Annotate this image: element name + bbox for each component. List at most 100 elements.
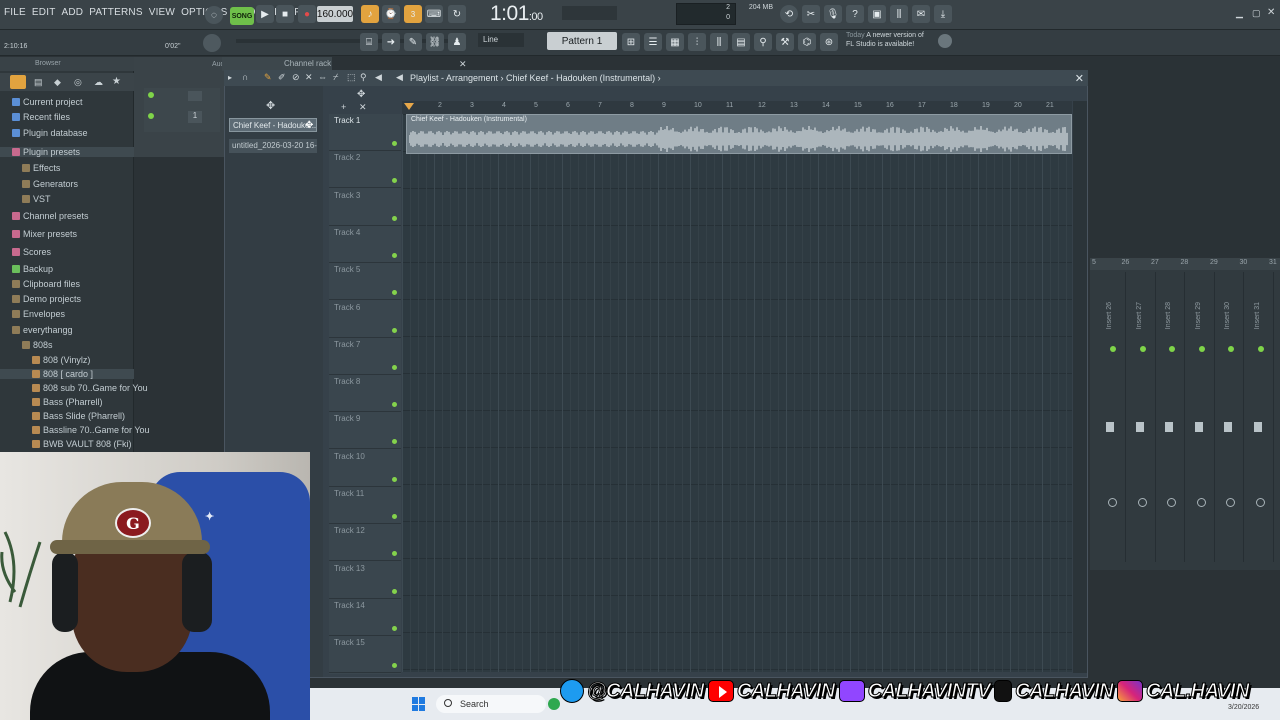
mixer-strip[interactable]: Insert 28 xyxy=(1159,272,1185,562)
track-mute-led[interactable] xyxy=(392,551,397,557)
news-panel[interactable]: Today A newer version of FL Studio is ava… xyxy=(846,31,924,49)
playlist-arrow-icon[interactable]: ◀ xyxy=(396,72,403,83)
taskbar-search-input[interactable]: Search xyxy=(436,695,546,713)
new-pattern-icon[interactable]: ⊞ xyxy=(622,33,640,51)
magnet-icon[interactable]: ∩ xyxy=(242,72,248,82)
playback-tool-icon[interactable]: ◀ xyxy=(375,72,382,83)
mixer-enable-led[interactable] xyxy=(1169,346,1175,352)
browser-star-icon[interactable]: ★ xyxy=(112,76,121,87)
mixer-strip[interactable]: Insert 31 xyxy=(1248,272,1274,562)
track-header[interactable]: Track 15 xyxy=(329,636,401,674)
mixer-pan-knob[interactable] xyxy=(1226,498,1235,507)
browser-icon[interactable]: ▤ xyxy=(732,33,750,51)
piano-roll-icon[interactable]: ▦ xyxy=(666,33,684,51)
picker-add-icon[interactable]: ✥ xyxy=(266,99,275,112)
mixer-enable-led[interactable] xyxy=(1110,346,1116,352)
draw-tool-icon[interactable]: ✎ xyxy=(264,72,272,83)
download-icon[interactable]: ⤓ xyxy=(934,5,952,23)
browser-all-icon[interactable] xyxy=(10,75,26,89)
tempo-tapper-icon[interactable]: ⚒ xyxy=(776,33,794,51)
mixer-volume-fader[interactable] xyxy=(1135,422,1144,432)
mixer-strip[interactable]: Insert 29 xyxy=(1189,272,1215,562)
mixer-icon[interactable]: ⫼ xyxy=(890,5,908,23)
windows-start-icon[interactable] xyxy=(412,697,426,711)
channel-rack-close-icon[interactable]: ✕ xyxy=(459,59,467,70)
mixer-enable-led[interactable] xyxy=(1228,346,1234,352)
browser-item[interactable]: Mixer presets xyxy=(0,229,77,239)
zoom-tool-icon[interactable]: ⚲ xyxy=(360,72,367,83)
select-tool-icon[interactable]: ⬚ xyxy=(347,72,356,83)
mixer-view-icon[interactable]: ⫼ xyxy=(710,33,728,51)
menu-patterns[interactable]: PATTERNS xyxy=(89,7,142,18)
browser-plugin-icon[interactable]: ◆ xyxy=(54,77,61,88)
mixer-pan-knob[interactable] xyxy=(1137,498,1147,507)
browser-item[interactable]: Channel presets xyxy=(0,211,89,221)
mixer-strip[interactable]: Insert 30 xyxy=(1218,272,1244,562)
window-close-icon[interactable]: ✕ xyxy=(1267,7,1275,18)
browser-item[interactable]: Generators xyxy=(0,179,78,189)
browser-cloud-icon[interactable]: ☁ xyxy=(94,77,103,88)
menu-file[interactable]: FILE xyxy=(4,7,26,18)
mixer-enable-led[interactable] xyxy=(1139,346,1146,352)
mixer-volume-fader[interactable] xyxy=(1194,422,1203,432)
track-mute-led[interactable] xyxy=(392,215,397,221)
picker-clip-audio[interactable]: Chief Keef - Hadouke... xyxy=(229,118,317,132)
loop-record-icon[interactable]: ↻ xyxy=(448,5,466,23)
playlist-icon[interactable]: ☰ xyxy=(644,33,662,51)
main-pitch-knob[interactable] xyxy=(203,34,221,52)
browser-item[interactable]: Plugin database xyxy=(0,128,88,138)
tempo-display[interactable]: 160.000 xyxy=(317,6,353,22)
arrow-icon[interactable]: ➜ xyxy=(382,33,400,51)
menu-add[interactable]: ADD xyxy=(62,7,84,18)
playlist-menu-icon[interactable]: ▸ xyxy=(228,73,232,82)
track-header[interactable]: Track 4 xyxy=(329,226,401,263)
track-header[interactable]: Track 14 xyxy=(329,599,401,636)
browser-item[interactable]: Clipboard files xyxy=(0,279,80,289)
step-edit-icon[interactable]: ⌨ xyxy=(425,5,443,23)
browser-item[interactable]: 808 [ cardo ] xyxy=(0,369,134,379)
browser-item[interactable]: Envelopes xyxy=(0,309,65,319)
track-mute-led[interactable] xyxy=(392,290,397,296)
refresh-icon[interactable]: ◌ xyxy=(205,6,223,24)
menu-view[interactable]: VIEW xyxy=(149,7,175,18)
collapse-tracks-icon[interactable]: ✕ xyxy=(359,102,367,113)
chat-icon[interactable]: ✉ xyxy=(912,5,930,23)
mixer-strip[interactable]: Insert 27 xyxy=(1130,272,1156,562)
track-mute-led[interactable] xyxy=(392,625,397,631)
edge-icon[interactable] xyxy=(548,698,560,710)
paint-tool-icon[interactable]: ✐ xyxy=(278,72,286,83)
track-mute-led[interactable] xyxy=(392,588,397,594)
browser-item[interactable]: Effects xyxy=(0,163,60,173)
track-header[interactable]: Track 9 xyxy=(329,412,401,450)
mixer-volume-fader[interactable] xyxy=(1165,422,1173,432)
mixer-pan-knob[interactable] xyxy=(1196,498,1206,507)
browser-item[interactable]: 808 sub 70..Game for You xyxy=(0,383,148,393)
track-header[interactable]: Track 2 xyxy=(329,151,401,189)
mixer-pan-knob[interactable] xyxy=(1108,498,1117,507)
link-icon[interactable]: ⛓ xyxy=(426,33,444,51)
menu-edit[interactable]: EDIT xyxy=(32,7,56,18)
mixer-pan-knob[interactable] xyxy=(1255,498,1265,507)
track-mute-led[interactable] xyxy=(392,514,397,519)
pattern-selector[interactable]: Pattern 1 xyxy=(547,32,617,50)
play-button[interactable]: ▶ xyxy=(256,5,274,23)
wait-icon[interactable]: ⌚ xyxy=(382,5,400,23)
piano-icon[interactable]: ⌸ xyxy=(360,33,378,51)
mixer-pan-knob[interactable] xyxy=(1167,498,1176,507)
slice-tool-icon[interactable]: ⌿ xyxy=(333,72,338,83)
browser-item[interactable]: Plugin presets xyxy=(0,147,134,157)
track-mute-led[interactable] xyxy=(392,439,397,445)
picker-clip-audio-icon[interactable]: ✥ xyxy=(305,120,313,131)
track-header[interactable]: Track 8 xyxy=(329,375,401,413)
settings-icon[interactable] xyxy=(938,34,952,48)
channel-led-2[interactable] xyxy=(148,113,154,119)
browser-item[interactable]: Scores xyxy=(0,247,51,257)
delete-tool-icon[interactable]: ⊘ xyxy=(292,72,300,83)
countdown-icon[interactable]: 3 xyxy=(404,5,422,23)
song-mode-button[interactable]: SONG xyxy=(230,7,254,25)
mixer-volume-fader[interactable] xyxy=(1106,422,1114,432)
picker-clip-recording[interactable]: untitled_2026-03-20 16-... xyxy=(229,139,317,153)
save-icon[interactable]: ▣ xyxy=(868,5,886,23)
mixer-enable-led[interactable] xyxy=(1257,346,1264,352)
mixer-volume-fader[interactable] xyxy=(1253,422,1262,432)
